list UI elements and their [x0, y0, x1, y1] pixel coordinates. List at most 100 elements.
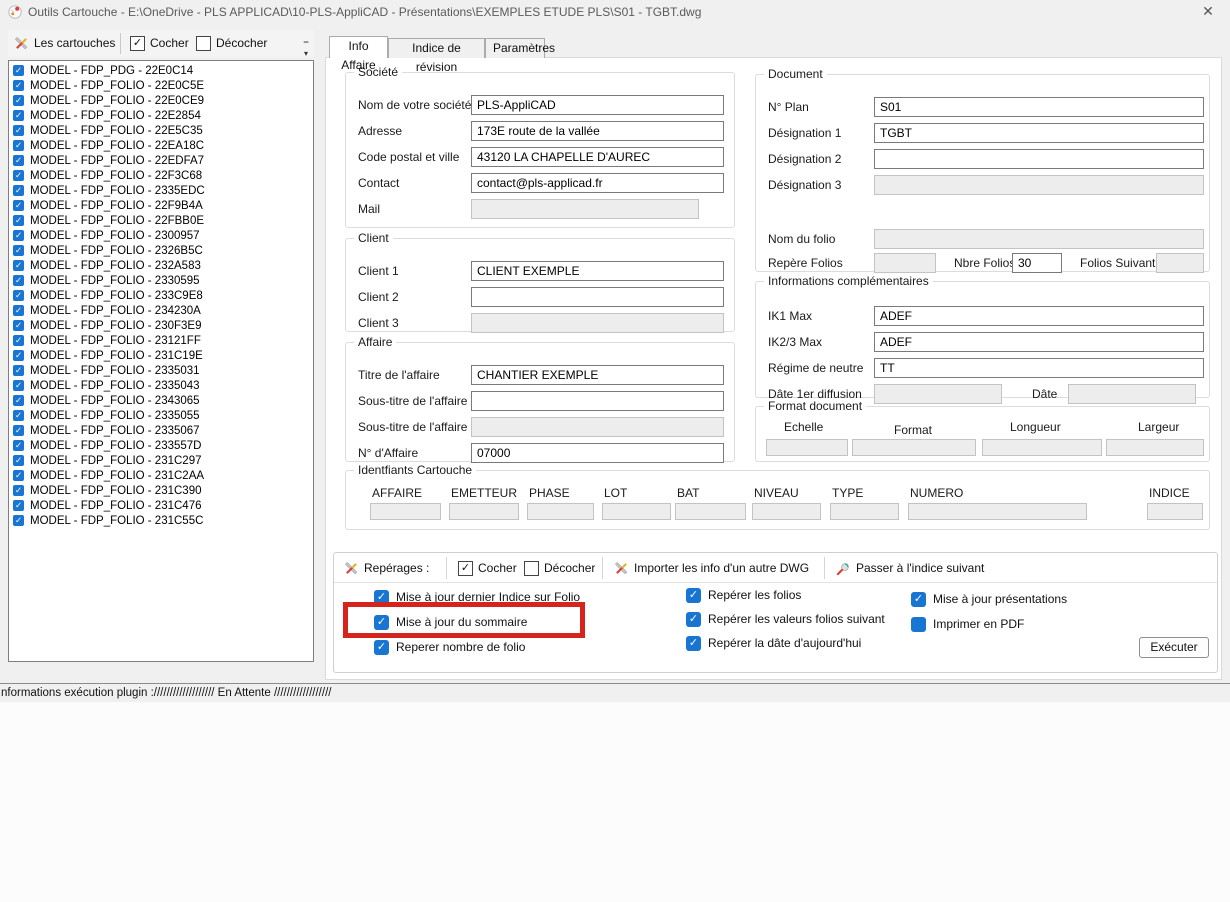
reperages-decocher-checkbox[interactable]: Décocher: [524, 557, 595, 579]
list-item[interactable]: MODEL - FDP_FOLIO - 234230A: [9, 303, 313, 318]
input-titre-affaire[interactable]: CHANTIER EXEMPLE: [471, 365, 724, 385]
checkbox[interactable]: [374, 640, 389, 655]
list-item[interactable]: MODEL - FDP_FOLIO - 233C9E8: [9, 288, 313, 303]
list-item[interactable]: MODEL - FDP_FOLIO - 231C390: [9, 483, 313, 498]
list-item[interactable]: MODEL - FDP_FOLIO - 231C476: [9, 498, 313, 513]
list-item[interactable]: MODEL - FDP_FOLIO - 231C55C: [9, 513, 313, 528]
list-item[interactable]: MODEL - FDP_FOLIO - 2335031: [9, 363, 313, 378]
list-item[interactable]: MODEL - FDP_PDG - 22E0C14: [9, 63, 313, 78]
list-item[interactable]: MODEL - FDP_FOLIO - 2300957: [9, 228, 313, 243]
input-num-affaire[interactable]: 07000: [471, 443, 724, 463]
input-nbre-folios[interactable]: 30: [1012, 253, 1062, 273]
list-item-checkbox[interactable]: [13, 275, 24, 286]
list-item-checkbox[interactable]: [13, 230, 24, 241]
checkbox[interactable]: [686, 588, 701, 603]
input-nom-societe[interactable]: PLS-AppliCAD: [471, 95, 724, 115]
list-item-checkbox[interactable]: [13, 290, 24, 301]
list-item-checkbox[interactable]: [13, 245, 24, 256]
list-item[interactable]: MODEL - FDP_FOLIO - 22F9B4A: [9, 198, 313, 213]
list-item-checkbox[interactable]: [13, 350, 24, 361]
list-item[interactable]: MODEL - FDP_FOLIO - 22EDFA7: [9, 153, 313, 168]
input-ik23-max[interactable]: ADEF: [874, 332, 1204, 352]
list-item-checkbox[interactable]: [13, 110, 24, 121]
list-item[interactable]: MODEL - FDP_FOLIO - 2343065: [9, 393, 313, 408]
input-contact[interactable]: contact@pls-applicad.fr: [471, 173, 724, 193]
list-item[interactable]: MODEL - FDP_FOLIO - 2330595: [9, 273, 313, 288]
input-designation-1[interactable]: TGBT: [874, 123, 1204, 143]
list-item-checkbox[interactable]: [13, 200, 24, 211]
list-item[interactable]: MODEL - FDP_FOLIO - 22EA18C: [9, 138, 313, 153]
list-item-checkbox[interactable]: [13, 440, 24, 451]
list-item-checkbox[interactable]: [13, 455, 24, 466]
input-sous-titre-1[interactable]: [471, 391, 724, 411]
list-item-checkbox[interactable]: [13, 215, 24, 226]
input-client-2[interactable]: [471, 287, 724, 307]
close-icon[interactable]: ✕: [1198, 3, 1218, 20]
list-item-checkbox[interactable]: [13, 260, 24, 271]
importer-dwg-button[interactable]: Importer les info d'un autre DWG: [614, 557, 809, 579]
list-item-checkbox[interactable]: [13, 125, 24, 136]
list-item-checkbox[interactable]: [13, 410, 24, 421]
cocher-checkbox-box[interactable]: [130, 36, 145, 51]
list-item-checkbox[interactable]: [13, 320, 24, 331]
tab-info-affaire[interactable]: Info Affaire: [329, 36, 388, 58]
list-item-checkbox[interactable]: [13, 425, 24, 436]
les-cartouches-button[interactable]: Les cartouches: [14, 32, 115, 54]
input-designation-2[interactable]: [874, 149, 1204, 169]
list-item-checkbox[interactable]: [13, 470, 24, 481]
executer-button[interactable]: Exécuter: [1139, 637, 1209, 658]
input-client-1[interactable]: CLIENT EXEMPLE: [471, 261, 724, 281]
list-item[interactable]: MODEL - FDP_FOLIO - 22E0CE9: [9, 93, 313, 108]
input-ik1-max[interactable]: ADEF: [874, 306, 1204, 326]
list-item-checkbox[interactable]: [13, 380, 24, 391]
list-item[interactable]: MODEL - FDP_FOLIO - 230F3E9: [9, 318, 313, 333]
input-code-postal[interactable]: 43120 LA CHAPELLE D'AUREC: [471, 147, 724, 167]
list-item[interactable]: MODEL - FDP_FOLIO - 22E5C35: [9, 123, 313, 138]
list-item[interactable]: MODEL - FDP_FOLIO - 22FBB0E: [9, 213, 313, 228]
reperages-button[interactable]: Repérages :: [344, 557, 429, 579]
list-item-checkbox[interactable]: [13, 140, 24, 151]
list-item[interactable]: MODEL - FDP_FOLIO - 233557D: [9, 438, 313, 453]
tab-parametres[interactable]: Paramètres: [485, 38, 545, 58]
input-num-plan[interactable]: S01: [874, 97, 1204, 117]
list-item[interactable]: MODEL - FDP_FOLIO - 231C2AA: [9, 468, 313, 483]
decocher-checkbox[interactable]: Décocher: [196, 32, 267, 54]
list-item[interactable]: MODEL - FDP_FOLIO - 232A583: [9, 258, 313, 273]
reperages-decocher-box[interactable]: [524, 561, 539, 576]
list-item-checkbox[interactable]: [13, 365, 24, 376]
list-item[interactable]: MODEL - FDP_FOLIO - 231C19E: [9, 348, 313, 363]
list-item[interactable]: MODEL - FDP_FOLIO - 22E2854: [9, 108, 313, 123]
checkbox-row[interactable]: Repérer la dâte d'aujourd'hui: [686, 635, 885, 651]
list-item[interactable]: MODEL - FDP_FOLIO - 2335043: [9, 378, 313, 393]
checkbox[interactable]: [911, 592, 926, 607]
list-item-checkbox[interactable]: [13, 305, 24, 316]
list-item-checkbox[interactable]: [13, 95, 24, 106]
checkbox[interactable]: [686, 612, 701, 627]
cartouche-list[interactable]: MODEL - FDP_PDG - 22E0C14 MODEL - FDP_FO…: [8, 60, 314, 662]
checkbox-row[interactable]: Repérer les folios: [686, 587, 885, 603]
decocher-checkbox-box[interactable]: [196, 36, 211, 51]
checkbox[interactable]: [911, 617, 926, 632]
list-item-checkbox[interactable]: [13, 65, 24, 76]
checkbox-row[interactable]: Repérer les valeurs folios suivant: [686, 611, 885, 627]
list-item-checkbox[interactable]: [13, 80, 24, 91]
list-item[interactable]: MODEL - FDP_FOLIO - 22E0C5E: [9, 78, 313, 93]
list-item[interactable]: MODEL - FDP_FOLIO - 2335055: [9, 408, 313, 423]
list-item[interactable]: MODEL - FDP_FOLIO - 23121FF: [9, 333, 313, 348]
list-item[interactable]: MODEL - FDP_FOLIO - 2335067: [9, 423, 313, 438]
cocher-checkbox[interactable]: Cocher: [130, 32, 189, 54]
list-item[interactable]: MODEL - FDP_FOLIO - 2326B5C: [9, 243, 313, 258]
list-item-checkbox[interactable]: [13, 395, 24, 406]
list-item-checkbox[interactable]: [13, 515, 24, 526]
list-item-checkbox[interactable]: [13, 155, 24, 166]
list-item-checkbox[interactable]: [13, 170, 24, 181]
passer-indice-button[interactable]: Passer à l'indice suivant: [836, 557, 984, 579]
list-item-checkbox[interactable]: [13, 500, 24, 511]
list-item[interactable]: MODEL - FDP_FOLIO - 22F3C68: [9, 168, 313, 183]
input-regime-neutre[interactable]: TT: [874, 358, 1204, 378]
list-item[interactable]: MODEL - FDP_FOLIO - 2335EDC: [9, 183, 313, 198]
checkbox[interactable]: [686, 636, 701, 651]
list-item-checkbox[interactable]: [13, 185, 24, 196]
checkbox-row[interactable]: Reperer nombre de folio: [374, 639, 580, 655]
reperages-cocher-box[interactable]: [458, 561, 473, 576]
